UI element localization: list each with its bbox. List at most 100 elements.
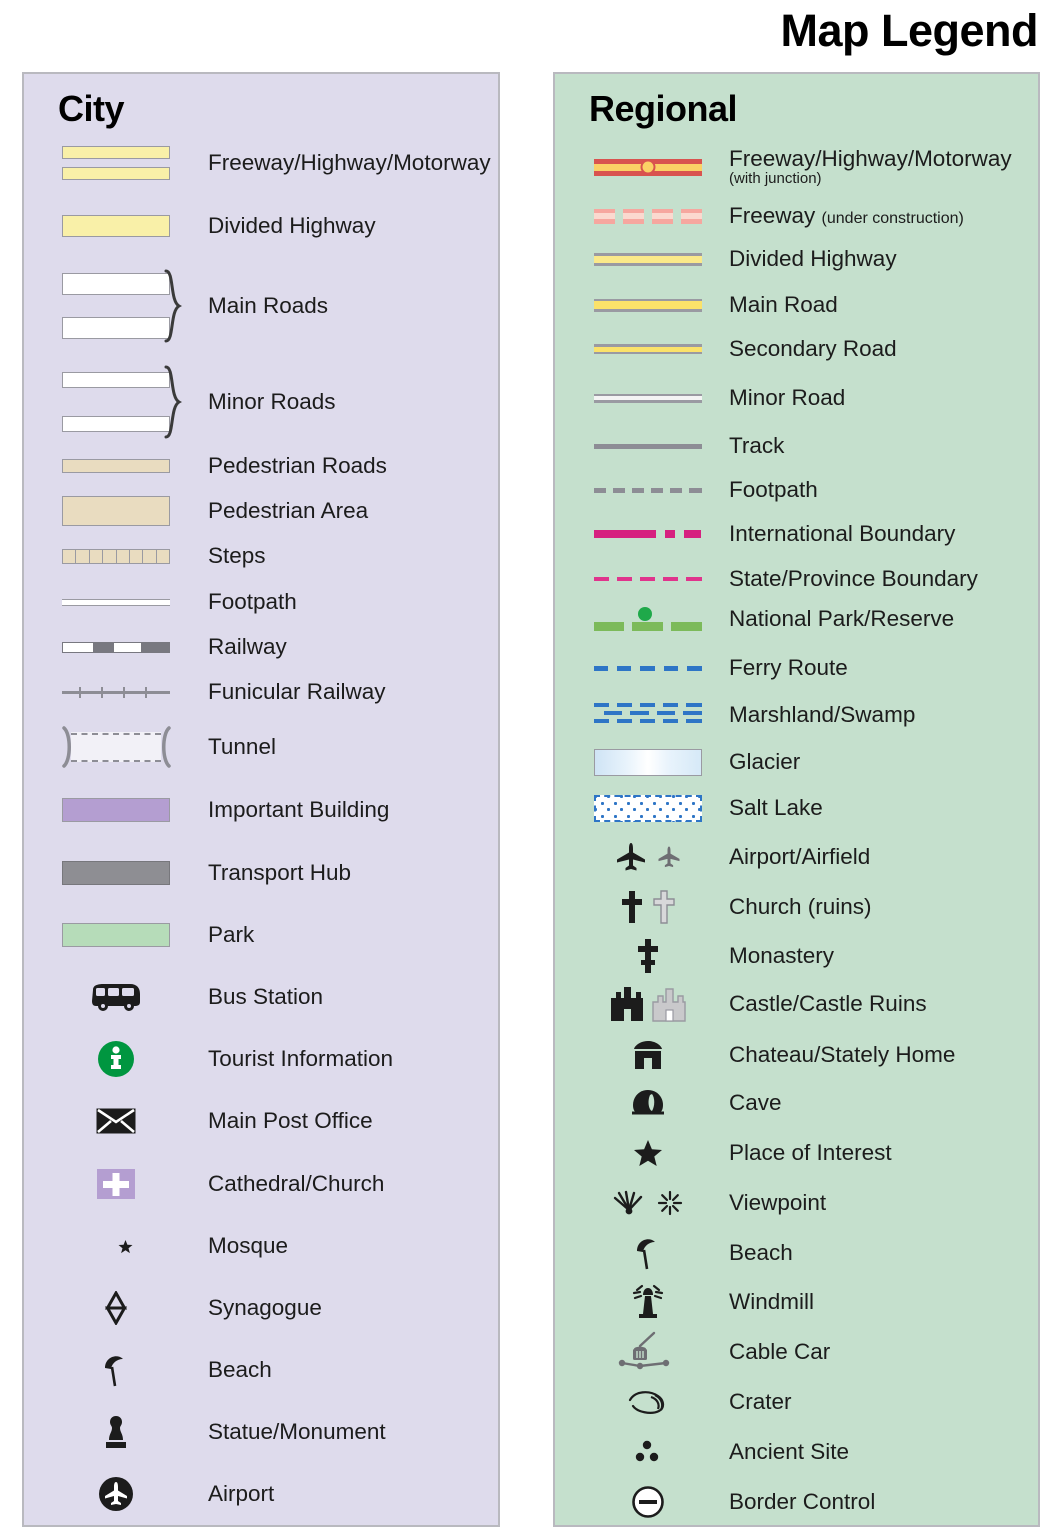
legend-label: Footpath	[208, 589, 297, 615]
cross-on-purple-icon	[46, 1169, 186, 1199]
cable-car-icon	[580, 1330, 715, 1374]
windmill-icon	[580, 1284, 715, 1320]
marshland-pattern-icon	[580, 701, 715, 729]
legend-label: Footpath	[729, 477, 818, 503]
legend-label: Monastery	[729, 943, 835, 969]
legend-label: Airport/Airfield	[729, 844, 871, 870]
city-panel-heading: City	[58, 88, 125, 129]
regional-panel-heading: Regional	[589, 88, 738, 129]
regional-legend-panel: Regional Freeway/Highway/Motorway (with …	[553, 72, 1040, 1527]
city-legend-panel: City Freeway/Highway/Motorway Divided Hi…	[22, 72, 500, 1527]
tunnel-bracket-icon	[46, 726, 186, 768]
viewpoint-pair-icon	[580, 1190, 715, 1216]
crescent-star-icon	[46, 1229, 186, 1263]
legend-label: Tunnel	[208, 734, 276, 760]
legend-label: Steps	[208, 543, 266, 569]
salt-lake-block-icon	[580, 794, 715, 822]
beach-umbrella-icon	[580, 1235, 715, 1271]
national-park-line-icon	[580, 607, 715, 631]
footpath-line-icon	[46, 598, 186, 606]
legend-label: Freeway/Highway/Motorway	[208, 150, 491, 176]
legend-label: Ancient Site	[729, 1439, 850, 1465]
star-of-david-icon	[46, 1291, 186, 1325]
secondary-road-line-icon	[580, 344, 715, 354]
legend-label: International Boundary	[729, 521, 956, 547]
border-control-icon	[580, 1485, 715, 1519]
legend-label: State/Province Boundary	[729, 566, 978, 592]
legend-label: Funicular Railway	[208, 679, 386, 705]
legend-label: Marshland/Swamp	[729, 702, 916, 728]
legend-label: Glacier	[729, 749, 801, 775]
legend-label: Chateau/Stately Home	[729, 1042, 956, 1068]
legend-label-sub: (under construction)	[821, 210, 964, 228]
legend-label-main: Freeway/Highway/Motorway	[729, 146, 1012, 172]
legend-label: Secondary Road	[729, 336, 897, 362]
monastery-cross-icon	[580, 938, 715, 974]
envelope-icon	[46, 1107, 186, 1135]
airplane-circle-icon	[46, 1476, 186, 1512]
legend-label: Cathedral/Church	[208, 1171, 385, 1197]
bus-icon	[46, 982, 186, 1012]
legend-label: Freeway (under construction)	[729, 204, 964, 228]
divided-highway-bar-icon	[46, 215, 186, 237]
legend-label: Pedestrian Area	[208, 498, 369, 524]
pedestrian-area-block-icon	[46, 496, 186, 526]
legend-label: Main Post Office	[208, 1108, 373, 1134]
legend-label: Main Road	[729, 292, 838, 318]
main-roads-bracketed-pair-icon	[46, 269, 186, 343]
legend-label: Viewpoint	[729, 1190, 827, 1216]
pedestrian-road-bar-icon	[46, 459, 186, 473]
legend-label: Castle/Castle Ruins	[729, 991, 927, 1017]
legend-label: Synagogue	[208, 1295, 322, 1321]
legend-label: Beach	[208, 1357, 272, 1383]
park-block-icon	[46, 923, 186, 947]
legend-label: Cable Car	[729, 1339, 831, 1365]
freeway-junction-line-icon	[580, 158, 715, 176]
legend-label: Beach	[729, 1240, 793, 1266]
legend-label: National Park/Reserve	[729, 606, 955, 632]
legend-label: Mosque	[208, 1233, 289, 1259]
legend-label-main: Freeway	[729, 203, 816, 229]
freeway-double-bar-icon	[46, 146, 186, 180]
star-icon	[580, 1138, 715, 1168]
curly-brace-icon	[164, 269, 182, 343]
state-boundary-dashed-line-icon	[580, 577, 715, 581]
glacier-block-icon	[580, 748, 715, 776]
main-road-line-icon	[580, 298, 715, 312]
legend-label: Bus Station	[208, 984, 324, 1010]
legend-label: Minor Roads	[208, 389, 336, 415]
legend-label: Transport Hub	[208, 860, 351, 886]
legend-label: Tourist Information	[208, 1046, 394, 1072]
freeway-construction-dashes-icon	[580, 208, 715, 224]
railway-hatched-line-icon	[46, 641, 186, 653]
legend-label: Windmill	[729, 1289, 815, 1315]
legend-label: Freeway/Highway/Motorway (with junction)	[729, 147, 1012, 186]
footpath-dashed-line-icon	[580, 487, 715, 493]
legend-label: Railway	[208, 634, 287, 660]
legend-label: Main Roads	[208, 293, 329, 319]
legend-label: Important Building	[208, 797, 390, 823]
castle-pair-icon	[580, 986, 715, 1022]
legend-label: Divided Highway	[208, 213, 376, 239]
minor-road-line-icon	[580, 393, 715, 403]
legend-label: Place of Interest	[729, 1140, 892, 1166]
funicular-ticked-line-icon	[46, 686, 186, 698]
chateau-icon	[580, 1040, 715, 1070]
ferry-route-dashed-line-icon	[580, 665, 715, 671]
ancient-site-dots-icon	[580, 1438, 715, 1466]
legend-label: Church (ruins)	[729, 894, 872, 920]
legend-label: Minor Road	[729, 385, 846, 411]
legend-label: Border Control	[729, 1489, 876, 1515]
legend-label: Ferry Route	[729, 655, 848, 681]
legend-label: Park	[208, 922, 255, 948]
legend-label: Track	[729, 433, 785, 459]
statue-icon	[46, 1414, 186, 1450]
legend-label: Pedestrian Roads	[208, 453, 387, 479]
beach-umbrella-icon	[46, 1352, 186, 1388]
cave-icon	[580, 1088, 715, 1118]
legend-label: Salt Lake	[729, 795, 823, 821]
international-boundary-line-icon	[580, 530, 715, 538]
legend-label-sub: (with junction)	[729, 169, 822, 187]
page-title: Map Legend	[780, 5, 1038, 56]
legend-label: Crater	[729, 1389, 792, 1415]
